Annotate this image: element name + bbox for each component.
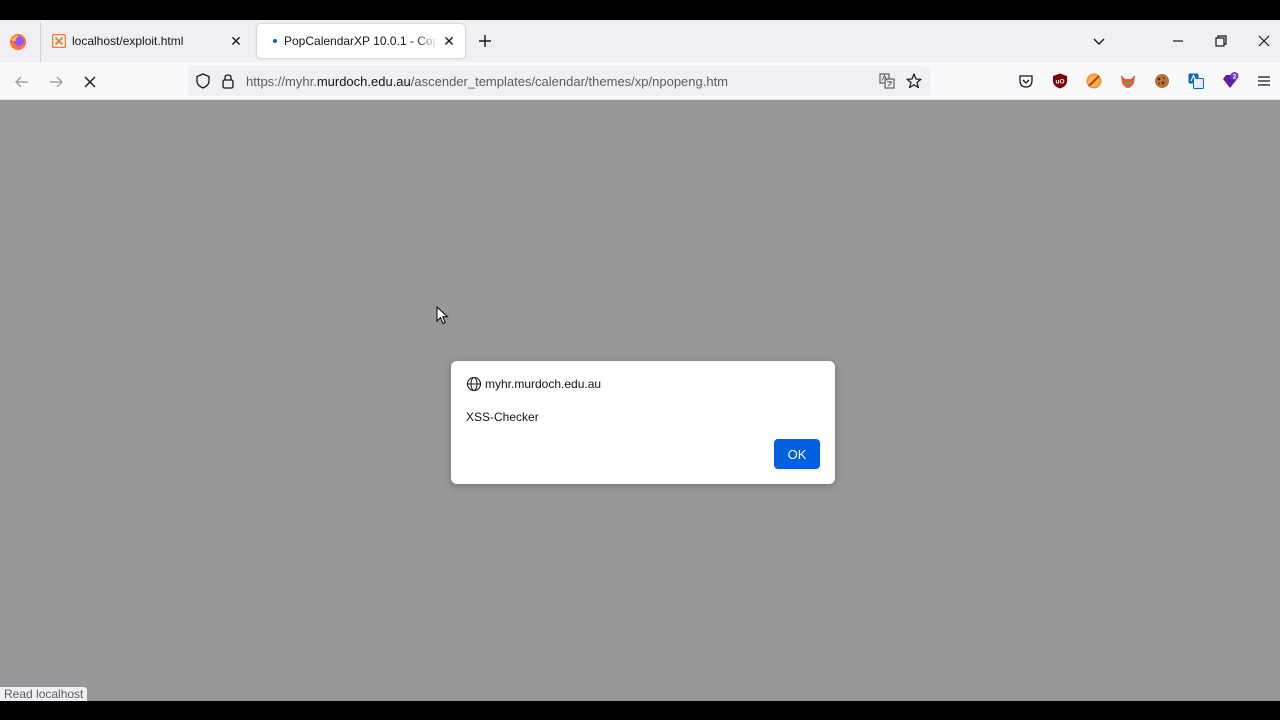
- browser-window: localhost/exploit.html ✕ PopCalendarXP 1…: [0, 20, 1280, 701]
- lock-icon[interactable]: [220, 72, 236, 90]
- ok-button[interactable]: OK: [774, 439, 820, 469]
- cookie-autodelete-icon[interactable]: [1085, 72, 1103, 90]
- translate-page-icon[interactable]: [878, 72, 896, 90]
- screen: localhost/exploit.html ✕ PopCalendarXP 1…: [0, 0, 1280, 720]
- tab-separator: [40, 22, 41, 62]
- svg-text:uO: uO: [1055, 79, 1064, 86]
- nav-bar: https://myhr.murdoch.edu.au/ascender_tem…: [0, 62, 1280, 100]
- dialog-origin-host: myhr.murdoch.edu.au: [485, 377, 602, 391]
- close-tab-icon[interactable]: ✕: [228, 33, 244, 49]
- forward-arrow-icon[interactable]: [47, 73, 65, 91]
- cookie-editor-icon[interactable]: [1153, 72, 1171, 90]
- page-content-overlay: myhr.murdoch.edu.au XSS-Checker OK: [0, 100, 1280, 701]
- tracking-protection-shield-icon[interactable]: [194, 72, 212, 90]
- loading-dot-icon: [273, 39, 277, 43]
- firefox-icon[interactable]: [8, 32, 28, 52]
- new-tab-icon[interactable]: [476, 32, 494, 50]
- close-tab-icon[interactable]: ✕: [441, 33, 457, 49]
- mouse-cursor-icon: [436, 306, 449, 325]
- bookmark-star-icon[interactable]: [905, 72, 923, 90]
- status-bar: Read localhost: [0, 687, 88, 701]
- hacktools-icon[interactable]: 2: [1221, 72, 1239, 90]
- minimize-icon[interactable]: [1169, 32, 1187, 50]
- tab-label: PopCalendarXP 10.0.1 - Copyright: [284, 34, 438, 48]
- close-window-icon[interactable]: [1255, 32, 1273, 50]
- restore-icon[interactable]: [1212, 32, 1230, 50]
- back-arrow-icon[interactable]: [13, 73, 31, 91]
- stop-loading-icon[interactable]: [81, 73, 99, 91]
- url-bar[interactable]: https://myhr.murdoch.edu.au/ascender_tem…: [188, 66, 930, 96]
- xampp-favicon-icon: [52, 34, 66, 48]
- globe-icon: [466, 376, 482, 392]
- tab-popcalendar[interactable]: PopCalendarXP 10.0.1 - Copyright ✕: [257, 24, 465, 58]
- translate-extension-icon[interactable]: [1187, 72, 1205, 90]
- url-text[interactable]: https://myhr.murdoch.edu.au/ascender_tem…: [246, 74, 728, 89]
- ublock-origin-icon[interactable]: uO: [1051, 72, 1069, 90]
- tab-strip: localhost/exploit.html ✕ PopCalendarXP 1…: [0, 20, 1280, 62]
- tab-exploit[interactable]: localhost/exploit.html ✕: [42, 24, 254, 58]
- alert-dialog: myhr.murdoch.edu.au XSS-Checker OK: [451, 361, 835, 484]
- dialog-message: XSS-Checker: [466, 410, 539, 424]
- pocket-icon[interactable]: [1017, 72, 1035, 90]
- list-all-tabs-icon[interactable]: [1090, 32, 1108, 50]
- tab-label: localhost/exploit.html: [72, 34, 184, 48]
- fox-extension-icon[interactable]: [1119, 72, 1137, 90]
- hamburger-menu-icon[interactable]: [1255, 72, 1273, 90]
